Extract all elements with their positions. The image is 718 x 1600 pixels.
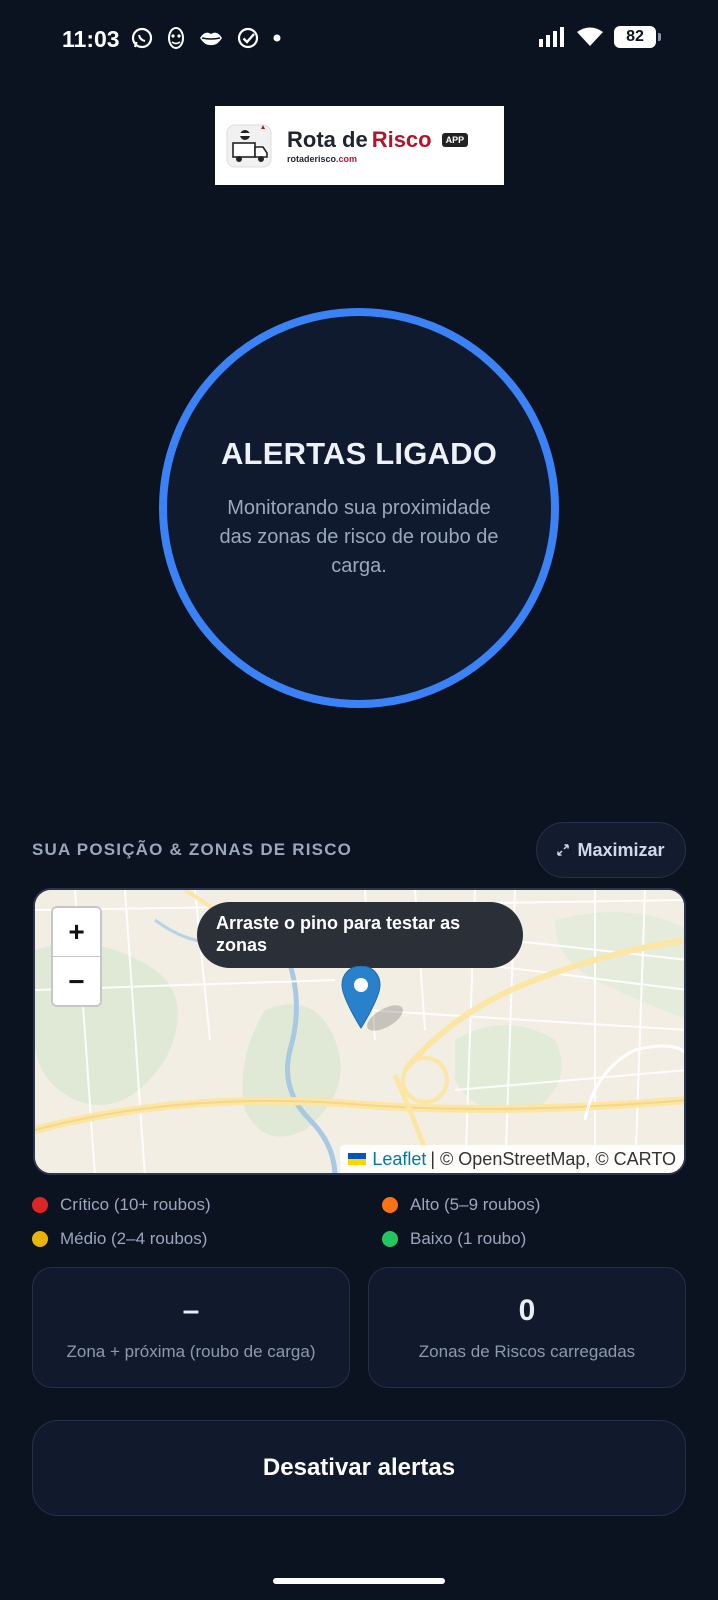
check-circle-icon [237,27,259,49]
home-indicator[interactable] [273,1578,445,1584]
whatsapp-icon [131,27,153,49]
map-section-title: SUA POSIÇÃO & ZONAS DE RISCO [32,840,353,859]
status-time: 11:03 [62,26,120,52]
legend-item-high: Alto (5–9 roubos) [382,1195,692,1215]
notification-icons [130,26,282,50]
leaflet-link[interactable]: Leaflet [372,1149,426,1170]
legend-item-low: Baixo (1 roubo) [382,1229,692,1249]
alert-title: ALERTAS LIGADO [220,435,498,471]
lips-icon [200,32,222,46]
loaded-zones-value: 0 [518,1293,536,1327]
legend-dot-medium [32,1231,48,1247]
legend-dot-critical [32,1197,48,1213]
alert-status-circle[interactable]: ALERTAS LIGADO Monitorando sua proximida… [159,308,559,708]
map-tooltip: Arraste o pino para testar as zonas [197,902,523,968]
app-logo: Rota de Risco APP rotaderisco.com [215,106,504,185]
logo-subtitle: rotaderisco.com [287,154,468,164]
wifi-icon [577,27,603,46]
logo-title-part2: Risco [371,127,432,152]
battery-level: 82 [626,28,644,45]
maximize-label: Maximizar [577,839,665,860]
zoom-out-button[interactable]: − [53,957,100,1005]
legend-label: Alto (5–9 roubos) [410,1195,541,1214]
ukraine-flag-icon [348,1153,367,1165]
legend-dot-high [382,1197,398,1213]
mask-icon [168,27,184,49]
signal-icon [539,27,564,47]
legend-item-medium: Médio (2–4 roubos) [32,1229,382,1249]
nearest-zone-card: – Zona + próxima (roubo de carga) [32,1267,350,1388]
alert-description: Monitorando sua proximidade das zonas de… [219,496,499,577]
loaded-zones-card: 0 Zonas de Riscos carregadas [368,1267,686,1388]
system-icons: 82 [538,26,661,48]
map-attribution: Leaflet | © OpenStreetMap, © CARTO [340,1145,684,1173]
logo-badge: APP [441,133,469,147]
logo-sub-tld: .com [336,154,358,164]
maximize-button[interactable]: Maximizar [536,822,686,878]
nearest-zone-label: Zona + próxima (roubo de carga) [66,1341,316,1361]
legend-label: Crítico (10+ roubos) [60,1195,211,1214]
risk-map[interactable]: + − Arraste o pino para testar as zonas … [33,888,686,1175]
expand-icon [557,844,570,856]
logo-sub-domain: rotaderisco [287,154,337,164]
risk-legend: Crítico (10+ roubos) Alto (5–9 roubos) M… [32,1195,692,1249]
legend-dot-low [382,1231,398,1247]
zoom-in-button[interactable]: + [53,908,100,957]
disable-alerts-button[interactable]: Desativar alertas [32,1420,686,1516]
attribution-text: | © OpenStreetMap, © CARTO [430,1148,676,1169]
legend-label: Baixo (1 roubo) [410,1229,527,1248]
map-pin-icon[interactable] [341,966,411,1032]
logo-title-part1: Rota de [287,127,368,152]
zoom-control: + − [51,906,102,1007]
truck-logo-icon [226,124,272,167]
status-bar: 11:03 82 [0,0,718,84]
legend-label: Médio (2–4 roubos) [60,1229,208,1248]
logo-title: Rota de Risco APP [287,127,469,153]
legend-item-critical: Crítico (10+ roubos) [32,1195,382,1215]
loaded-zones-label: Zonas de Riscos carregadas [418,1341,636,1361]
dot-icon [273,34,281,42]
nearest-zone-value: – [182,1293,200,1327]
battery-icon: 82 [614,26,661,48]
